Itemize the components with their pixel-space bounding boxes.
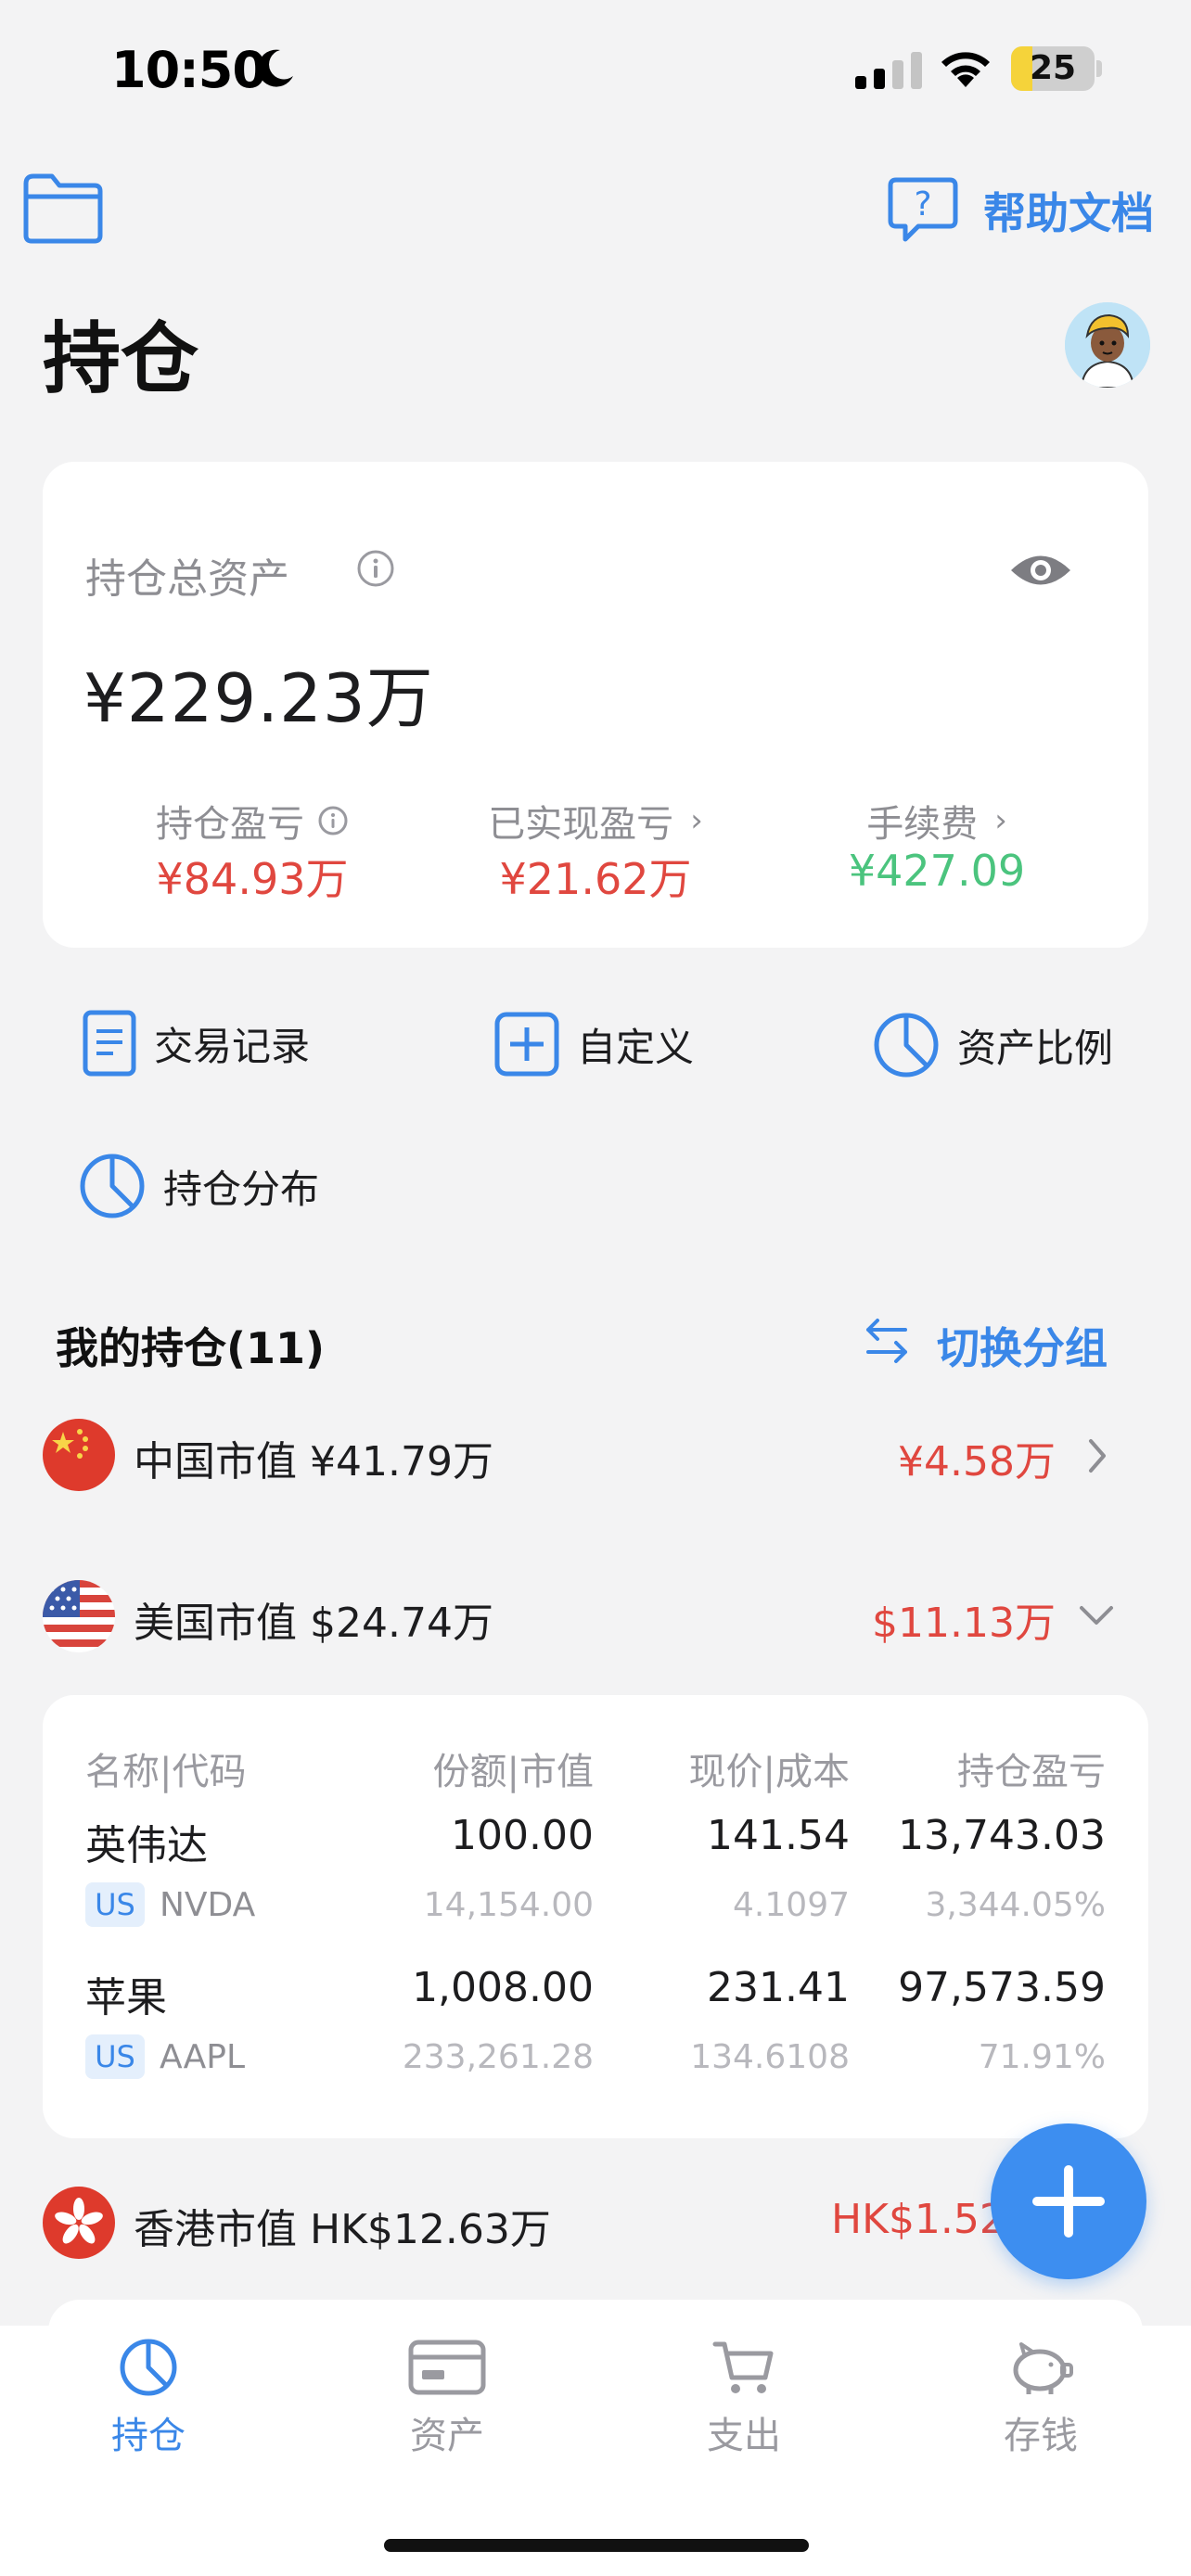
pie-chart-icon bbox=[120, 2339, 177, 2396]
plus-square-icon bbox=[494, 1012, 559, 1077]
col-header-pl: 持仓盈亏 bbox=[957, 1751, 1106, 1793]
switch-group-button[interactable]: 切换分组 bbox=[937, 1315, 1108, 1376]
col-header-shares: 份额|市值 bbox=[432, 1751, 594, 1793]
chevron-right-icon: › bbox=[994, 802, 1007, 839]
price: 141.54 bbox=[707, 1812, 850, 1859]
chevron-right-icon bbox=[1089, 1439, 1106, 1473]
action-trade-records[interactable]: 交易记录 bbox=[82, 1009, 310, 1078]
pl-amount: 13,743.03 bbox=[898, 1812, 1106, 1859]
price: 231.41 bbox=[707, 1964, 850, 2011]
realized-pl-value[interactable]: ¥21.62万 bbox=[419, 846, 772, 907]
my-holdings-title: 我的持仓(11) bbox=[56, 1323, 326, 1373]
col-header-price: 现价|成本 bbox=[688, 1751, 850, 1793]
piggy-bank-icon bbox=[1013, 2342, 1073, 2394]
eye-icon[interactable] bbox=[1007, 547, 1074, 593]
info-icon[interactable] bbox=[317, 805, 349, 836]
action-customize[interactable]: 自定义 bbox=[493, 1011, 694, 1078]
stock-name: 苹果 bbox=[85, 1974, 167, 2021]
folder-icon[interactable] bbox=[20, 171, 106, 245]
chevron-right-icon: › bbox=[690, 802, 703, 839]
cost: 134.6108 bbox=[690, 2038, 850, 2076]
market-row-us[interactable]: 美国市值 $24.74万 $11.13万 bbox=[43, 1580, 1146, 1652]
moon-icon bbox=[257, 49, 293, 87]
market-row-cn[interactable]: 中国市值 ¥41.79万 ¥4.58万 bbox=[43, 1419, 1146, 1491]
wifi-icon bbox=[941, 52, 990, 87]
card-icon bbox=[408, 2340, 486, 2395]
tab-holdings[interactable]: 持仓 bbox=[56, 2337, 241, 2459]
chevron-down-icon bbox=[1080, 1606, 1113, 1625]
shares: 100.00 bbox=[451, 1812, 594, 1859]
plus-icon bbox=[1032, 2165, 1105, 2238]
pl-amount: 97,573.59 bbox=[898, 1964, 1106, 2011]
page-title: 持仓 bbox=[43, 313, 199, 404]
info-icon[interactable] bbox=[356, 549, 395, 588]
cart-icon bbox=[712, 2341, 774, 2393]
avatar[interactable] bbox=[1065, 302, 1150, 388]
total-assets-label: 持仓总资产 bbox=[85, 555, 289, 603]
market-value: 14,154.00 bbox=[423, 1886, 594, 1924]
fees-value[interactable]: ¥427.09 bbox=[761, 846, 1113, 896]
pie-chart-icon bbox=[80, 1154, 145, 1218]
holding-pl-value: ¥84.93万 bbox=[156, 854, 349, 904]
col-header-name: 名称|代码 bbox=[85, 1751, 247, 1793]
help-docs-link[interactable]: 帮助文档 bbox=[983, 180, 1154, 241]
cost: 4.1097 bbox=[733, 1886, 850, 1924]
document-icon bbox=[83, 1010, 136, 1077]
stock-name: 英伟达 bbox=[85, 1822, 208, 1869]
tab-assets[interactable]: 资产 bbox=[354, 2337, 540, 2459]
total-assets-value: ¥229.23万 bbox=[83, 659, 434, 737]
cn-flag-icon bbox=[43, 1419, 115, 1491]
signal-icon bbox=[855, 52, 922, 89]
market-row-hk[interactable]: 香港市值 HK$12.63万 HK$1.52 bbox=[43, 2187, 1146, 2259]
pl-percent: 71.91% bbox=[978, 2038, 1106, 2076]
hk-flag-icon bbox=[43, 2187, 115, 2259]
home-indicator bbox=[384, 2539, 809, 2552]
switch-arrows-icon[interactable] bbox=[861, 1315, 913, 1367]
battery-icon: 25 bbox=[1011, 46, 1104, 91]
market-badge: US bbox=[85, 2034, 145, 2079]
stock-code: NVDA bbox=[160, 1886, 256, 1924]
battery-level: 25 bbox=[1029, 49, 1077, 87]
us-flag-icon bbox=[43, 1580, 115, 1652]
pl-percent: 3,344.05% bbox=[925, 1886, 1106, 1924]
realized-pl-label[interactable]: 已实现盈亏 › bbox=[419, 794, 772, 848]
action-asset-ratio[interactable]: 资产比例 bbox=[872, 1011, 1113, 1079]
svg-text:?: ? bbox=[914, 185, 931, 223]
holding-pl-label: 持仓盈亏 bbox=[76, 794, 429, 848]
market-badge: US bbox=[85, 1882, 145, 1927]
action-holding-distribution[interactable]: 持仓分布 bbox=[78, 1152, 319, 1220]
market-value: 233,261.28 bbox=[402, 2038, 594, 2076]
tab-expenses[interactable]: 支出 bbox=[651, 2337, 837, 2459]
status-time: 10:50 bbox=[111, 41, 267, 99]
shares: 1,008.00 bbox=[412, 1964, 594, 2011]
help-bubble-icon[interactable]: ? bbox=[887, 172, 959, 245]
add-button[interactable] bbox=[991, 2123, 1146, 2279]
stock-code: AAPL bbox=[160, 2038, 246, 2076]
fees-label[interactable]: 手续费 › bbox=[761, 794, 1113, 848]
pie-chart-icon bbox=[874, 1013, 939, 1078]
tab-savings[interactable]: 存钱 bbox=[948, 2337, 1133, 2459]
